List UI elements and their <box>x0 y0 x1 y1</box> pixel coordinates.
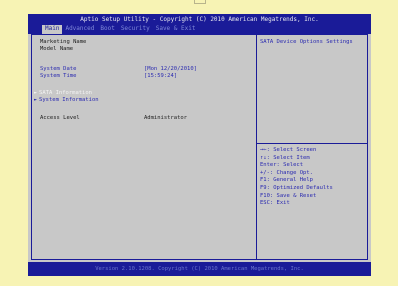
panel-divider <box>256 35 257 259</box>
marketing-name-label: Marketing Name <box>40 39 87 45</box>
model-name-label: Model Name <box>40 46 74 52</box>
system-date-label: System Date <box>40 66 77 72</box>
menu-security[interactable]: Security <box>118 25 153 34</box>
title-text: Aptio Setup Utility - Copyright (C) 2010… <box>80 16 319 23</box>
access-level-value: Administrator <box>144 115 188 121</box>
title-bar: Aptio Setup Utility - Copyright (C) 2010… <box>28 14 371 34</box>
bios-screen: Aptio Setup Utility - Copyright (C) 2010… <box>28 14 371 276</box>
menu-save-exit[interactable]: Save & Exit <box>153 25 199 34</box>
help-divider <box>257 143 368 144</box>
top-notch <box>194 0 206 4</box>
key-help-line: F1: General Help <box>260 177 313 184</box>
system-information-item[interactable]: ► System Information <box>34 97 99 104</box>
system-time-field[interactable]: [15:59:24] <box>144 73 177 80</box>
key-help-line: Enter: Select <box>260 162 304 169</box>
menu-boot[interactable]: Boot <box>97 25 117 34</box>
system-time-label: System Time <box>40 73 77 79</box>
menu-advanced[interactable]: Advanced <box>62 25 97 34</box>
key-help-line: F10: Save & Reset <box>260 192 317 199</box>
key-help-line: ESC: Exit <box>260 200 290 207</box>
key-help-line: +/-: Change Opt. <box>260 169 313 176</box>
sata-information-label: SATA Information <box>39 90 92 96</box>
key-help-line: →←: Select Screen <box>260 147 317 153</box>
key-help-list: →←: Select Screen ↑↓: Select Item Enter:… <box>260 147 333 208</box>
menu-main[interactable]: Main <box>42 25 63 34</box>
help-title: SATA Device Options Settings <box>260 39 353 45</box>
system-information-label: System Information <box>39 97 99 103</box>
sata-information-item[interactable]: ► SATA Information <box>34 90 92 97</box>
system-date-field[interactable]: [Mon 12/20/2010] <box>144 66 197 73</box>
access-level-label: Access Level <box>40 115 80 121</box>
menu-bar: Main Advanced Boot Security Save & Exit <box>42 25 198 34</box>
submenu-arrow-icon: ► <box>34 90 38 96</box>
key-help-line: F9: Optimized Defaults <box>260 184 333 191</box>
main-content: Marketing Name Model Name System Date [M… <box>31 34 368 260</box>
submenu-arrow-icon: ► <box>34 97 38 103</box>
footer-bar: Version 2.10.1208. Copyright (C) 2010 Am… <box>28 262 371 276</box>
key-help-line: ↑↓: Select Item <box>260 154 310 161</box>
